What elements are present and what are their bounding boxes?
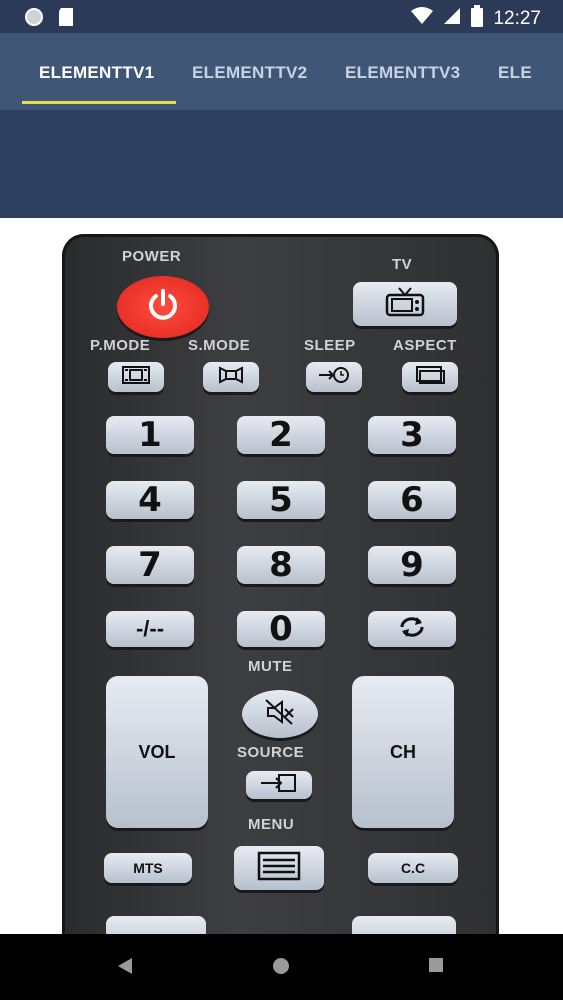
tv-button[interactable] [353,282,457,326]
source-button[interactable] [246,771,312,799]
digit-7-button[interactable]: 7 [106,545,194,585]
signal-icon [443,7,461,31]
tab-elementtv4[interactable]: ELE [498,63,532,83]
tab-bar: ELEMENTTV1 ELEMENTTV2 ELEMENTTV3 ELE [0,33,563,110]
remote-area: POWER TV P.MODE S.MODE SLEEP ASPECT 1 2 … [0,218,563,934]
dash-button[interactable]: -/-- [106,611,194,647]
tab-elementtv1[interactable]: ELEMENTTV1 [39,63,154,83]
cc-button[interactable]: C.C [368,853,458,883]
channel-label: CH [390,741,416,762]
info-button[interactable] [106,916,206,934]
speaker-mode-icon [217,365,245,390]
aspect-ratio-icon [415,365,445,390]
menu-button[interactable] [234,846,324,890]
tv-label: TV [392,256,413,273]
battery-icon [471,5,484,33]
tab-elementtv3[interactable]: ELEMENTTV3 [345,63,460,83]
pmode-button[interactable] [108,362,164,392]
tv-icon [383,286,427,323]
sleep-label: SLEEP [304,337,356,354]
navigation-bar [0,934,563,1000]
tab-indicator [22,101,176,104]
status-bar: 12:27 [0,0,563,33]
notification-dot-icon [24,7,44,32]
mute-label: MUTE [248,658,293,675]
sleep-button[interactable] [306,362,362,392]
tab-elementtv2[interactable]: ELEMENTTV2 [192,63,307,83]
smode-label: S.MODE [188,337,251,354]
digit-9-button[interactable]: 9 [368,545,456,585]
source-label: SOURCE [237,744,305,761]
digit-2-button[interactable]: 2 [237,415,325,455]
menu-label: MENU [248,816,295,833]
pmode-label: P.MODE [90,337,151,354]
recents-icon[interactable] [428,957,444,978]
digit-1-button[interactable]: 1 [106,415,194,455]
power-icon [145,287,181,328]
clock: 12:27 [493,8,541,29]
volume-rocker[interactable]: VOL [106,676,208,828]
sub-header [0,110,563,218]
digit-0-button[interactable]: 0 [237,609,325,649]
volume-label: VOL [138,741,176,762]
return-button[interactable] [352,916,456,934]
power-button[interactable] [117,276,209,338]
aspect-label: ASPECT [393,337,457,354]
sd-card-icon [58,7,74,32]
refresh-icon [396,615,428,644]
remote-body: POWER TV P.MODE S.MODE SLEEP ASPECT 1 2 … [62,234,499,934]
previous-channel-button[interactable] [368,611,456,647]
menu-list-icon [257,851,301,886]
mute-button[interactable] [242,690,318,738]
aspect-button[interactable] [402,362,458,392]
input-source-icon [259,773,299,798]
digit-4-button[interactable]: 4 [106,480,194,520]
channel-rocker[interactable]: CH [352,676,454,828]
sleep-timer-icon [317,365,351,390]
mute-icon [264,698,296,731]
mts-button[interactable]: MTS [104,853,192,883]
home-icon[interactable] [272,957,290,980]
digit-5-button[interactable]: 5 [237,480,325,520]
film-icon [121,365,151,390]
digit-3-button[interactable]: 3 [368,415,456,455]
back-icon[interactable] [116,957,134,980]
power-label: POWER [122,248,182,265]
digit-6-button[interactable]: 6 [368,480,456,520]
smode-button[interactable] [203,362,259,392]
wifi-icon [411,7,434,31]
digit-8-button[interactable]: 8 [237,545,325,585]
